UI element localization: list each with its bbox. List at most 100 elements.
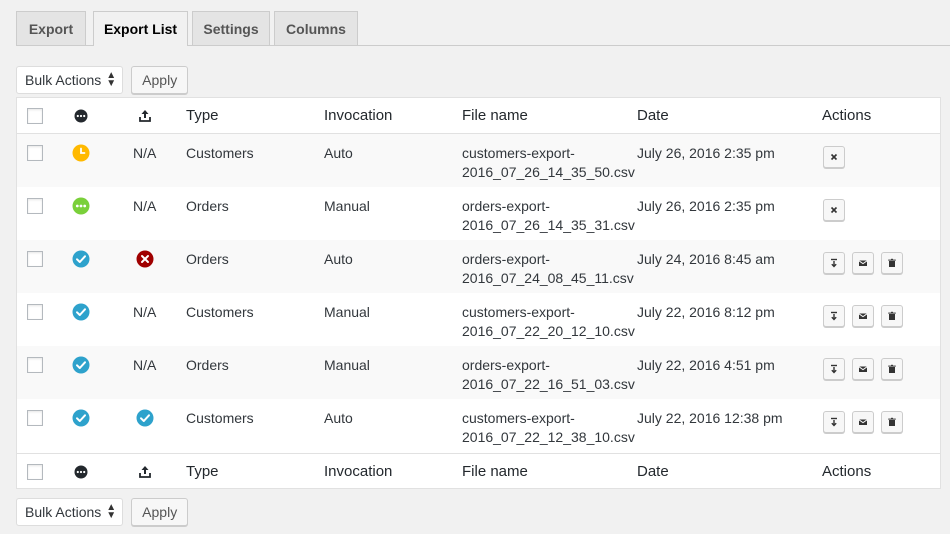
row-file-name[interactable]: customers-export- 2016_07_26_14_35_50.csv [462, 144, 635, 182]
file-name-line-2: 2016_07_22_12_38_10.csv [462, 429, 635, 445]
apply-label: Apply [142, 504, 178, 520]
row-date: July 22, 2016 12:38 pm [637, 410, 783, 426]
tab-export-list[interactable]: Export List [93, 11, 188, 46]
download-button[interactable] [823, 411, 845, 433]
row-file-name[interactable]: orders-export- 2016_07_24_08_45_11.csv [462, 250, 634, 288]
download-icon [831, 258, 837, 268]
row-file-name[interactable]: orders-export- 2016_07_26_14_35_31.csv [462, 197, 635, 235]
trash-icon [888, 258, 896, 267]
file-name-line-1: customers-export- [462, 145, 575, 161]
tab-label: Columns [286, 20, 346, 37]
cancel-button[interactable] [823, 199, 845, 221]
row-checkbox[interactable] [27, 251, 43, 267]
tab-columns[interactable]: Columns [274, 11, 358, 45]
table-row: Orders Auto orders-export- 2016_07_24_08_… [17, 240, 940, 293]
row-date: July 26, 2016 2:35 pm [637, 198, 775, 214]
table-footer: Type Invocation File name Date Actions [17, 453, 940, 489]
bulk-actions-bottom: Bulk Actions ▲ ▼ Apply [16, 498, 189, 526]
row-date: July 22, 2016 8:12 pm [637, 304, 775, 320]
table-header: Type Invocation File name Date Actions [17, 98, 940, 134]
column-type[interactable]: Type [186, 107, 219, 125]
row-invocation: Auto [324, 251, 353, 267]
row-file-name[interactable]: orders-export- 2016_07_22_16_51_03.csv [462, 356, 635, 394]
tab-label: Settings [203, 20, 259, 37]
transfer-status: N/A [133, 198, 157, 214]
cancel-icon [830, 206, 838, 214]
row-type: Orders [186, 357, 229, 373]
queued-clock-icon [72, 144, 90, 162]
file-name-line-1: orders-export- [462, 251, 550, 267]
transfer-status: N/A [133, 357, 157, 373]
trash-icon [888, 417, 896, 426]
download-icon [831, 417, 837, 427]
export-list-table: Type Invocation File name Date Actions N… [16, 97, 941, 489]
row-type: Orders [186, 198, 229, 214]
bulk-actions-label: Bulk Actions [25, 504, 102, 520]
email-button[interactable] [852, 358, 874, 380]
delete-button[interactable] [881, 252, 903, 274]
row-file-name[interactable]: customers-export- 2016_07_22_20_12_10.csv [462, 303, 635, 341]
download-button[interactable] [823, 252, 845, 274]
column-date[interactable]: Date [637, 107, 669, 125]
download-icon [831, 364, 837, 374]
select-arrows-icon: ▲ ▼ [106, 502, 117, 521]
completed-check-icon [72, 303, 90, 321]
file-name-line-2: 2016_07_24_08_45_11.csv [462, 270, 634, 286]
row-date: July 22, 2016 4:51 pm [637, 357, 775, 373]
completed-check-icon [72, 409, 90, 427]
file-name-line-1: customers-export- [462, 304, 575, 320]
delete-button[interactable] [881, 411, 903, 433]
transferred-check-icon [136, 409, 154, 427]
row-checkbox[interactable] [27, 410, 43, 426]
column-type[interactable]: Type [186, 463, 219, 481]
delete-button[interactable] [881, 358, 903, 380]
row-type: Customers [186, 410, 254, 426]
row-type: Orders [186, 251, 229, 267]
column-date[interactable]: Date [637, 463, 669, 481]
tab-settings[interactable]: Settings [192, 11, 270, 45]
failed-x-icon [136, 250, 154, 268]
download-button[interactable] [823, 305, 845, 327]
bulk-actions-select[interactable]: Bulk Actions ▲ ▼ [16, 498, 124, 526]
row-invocation: Manual [324, 304, 370, 320]
status-column-icon [74, 465, 88, 479]
column-invocation[interactable]: Invocation [324, 107, 392, 125]
cancel-icon [830, 153, 838, 161]
column-file-name[interactable]: File name [462, 107, 528, 125]
row-checkbox[interactable] [27, 145, 43, 161]
email-button[interactable] [852, 411, 874, 433]
select-all-checkbox[interactable] [27, 108, 43, 124]
column-invocation[interactable]: Invocation [324, 463, 392, 481]
table-row: N/A Orders Manual orders-export- 2016_07_… [17, 187, 940, 240]
tab-label: Export [28, 20, 74, 37]
file-name-line-2: 2016_07_22_16_51_03.csv [462, 376, 635, 392]
row-date: July 26, 2016 2:35 pm [637, 145, 775, 161]
apply-button[interactable]: Apply [131, 66, 189, 94]
select-all-checkbox[interactable] [27, 464, 43, 480]
row-checkbox[interactable] [27, 357, 43, 373]
row-checkbox[interactable] [27, 198, 43, 214]
status-column-icon [74, 109, 88, 123]
delete-button[interactable] [881, 305, 903, 327]
file-name-line-2: 2016_07_26_14_35_31.csv [462, 217, 635, 233]
row-checkbox[interactable] [27, 304, 43, 320]
completed-check-icon [72, 356, 90, 374]
transfer-column-icon [139, 466, 151, 478]
download-icon [831, 311, 837, 321]
column-file-name[interactable]: File name [462, 463, 528, 481]
apply-button[interactable]: Apply [131, 498, 189, 526]
table-row: N/A Customers Auto customers-export- 2016… [17, 134, 940, 187]
file-name-line-1: orders-export- [462, 357, 550, 373]
transfer-status: N/A [133, 304, 157, 320]
row-file-name[interactable]: customers-export- 2016_07_22_12_38_10.csv [462, 409, 635, 447]
bulk-actions-select[interactable]: Bulk Actions ▲ ▼ [16, 66, 124, 94]
transfer-status: N/A [133, 145, 157, 161]
trash-icon [888, 364, 896, 373]
email-button[interactable] [852, 305, 874, 327]
cancel-button[interactable] [823, 146, 845, 168]
tab-bar: Export Export List Settings Columns [16, 11, 950, 46]
download-button[interactable] [823, 358, 845, 380]
email-button[interactable] [852, 252, 874, 274]
tab-export[interactable]: Export [16, 11, 86, 45]
email-icon [858, 260, 868, 266]
